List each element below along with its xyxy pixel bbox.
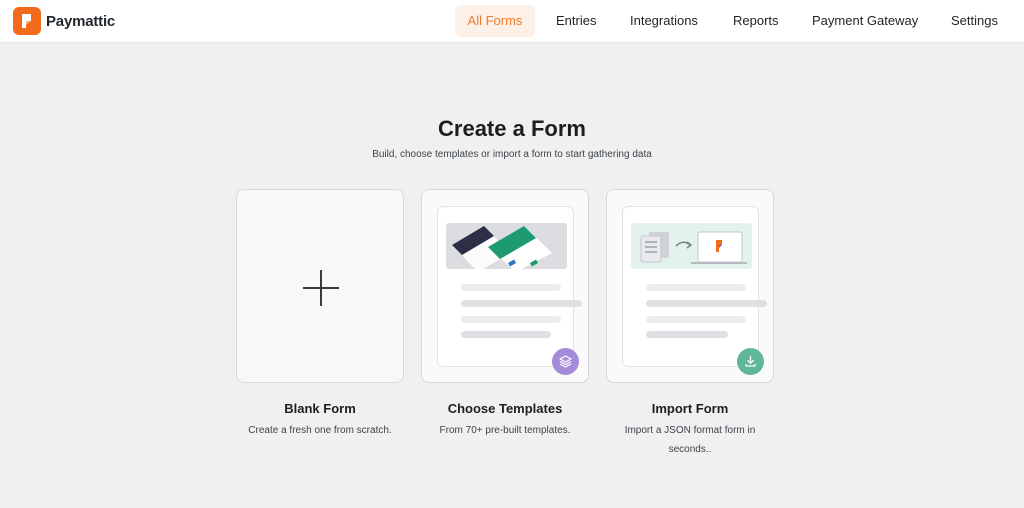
brand-logo[interactable]: Paymattic: [13, 7, 115, 35]
top-navigation-bar: Paymattic All Forms Entries Integrations…: [0, 0, 1024, 43]
placeholder-line: [461, 300, 582, 307]
blank-form-description: Create a fresh one from scratch.: [248, 425, 392, 436]
placeholder-line: [461, 316, 561, 323]
nav-item-settings[interactable]: Settings: [951, 5, 998, 37]
placeholder-line: [646, 331, 728, 338]
nav-item-entries[interactable]: Entries: [556, 5, 596, 37]
placeholder-line: [461, 284, 561, 291]
choose-templates-card[interactable]: [421, 189, 589, 383]
import-preview: [622, 206, 767, 375]
blank-form-title[interactable]: Blank Form: [236, 401, 404, 416]
nav-item-integrations[interactable]: Integrations: [630, 5, 698, 37]
choose-templates-title[interactable]: Choose Templates: [421, 401, 589, 416]
page-subtitle: Build, choose templates or import a form…: [372, 149, 652, 160]
placeholder-line: [461, 331, 551, 338]
blank-form-card[interactable]: [236, 189, 404, 383]
nav-item-payment-gateway[interactable]: Payment Gateway: [812, 5, 918, 37]
page-title: Create a Form: [438, 116, 586, 141]
layers-icon: [552, 348, 579, 375]
paymattic-logo-icon: [13, 7, 41, 35]
plus-icon: [303, 270, 339, 306]
nav-item-reports[interactable]: Reports: [733, 5, 779, 37]
brand-name: Paymattic: [46, 12, 116, 30]
import-form-description: Import a JSON format form in seconds..: [624, 425, 756, 455]
placeholder-line: [646, 284, 746, 291]
import-form-title[interactable]: Import Form: [606, 401, 774, 416]
choose-templates-description: From 70+ pre-built templates.: [439, 425, 571, 436]
download-icon: [737, 348, 764, 375]
placeholder-line: [646, 316, 746, 323]
templates-preview: [437, 206, 582, 375]
import-form-card[interactable]: [606, 189, 774, 383]
placeholder-line: [646, 300, 767, 307]
nav-item-all-forms[interactable]: All Forms: [455, 5, 535, 37]
import-thumbnail: [631, 223, 752, 269]
templates-thumbnail: [446, 223, 567, 269]
